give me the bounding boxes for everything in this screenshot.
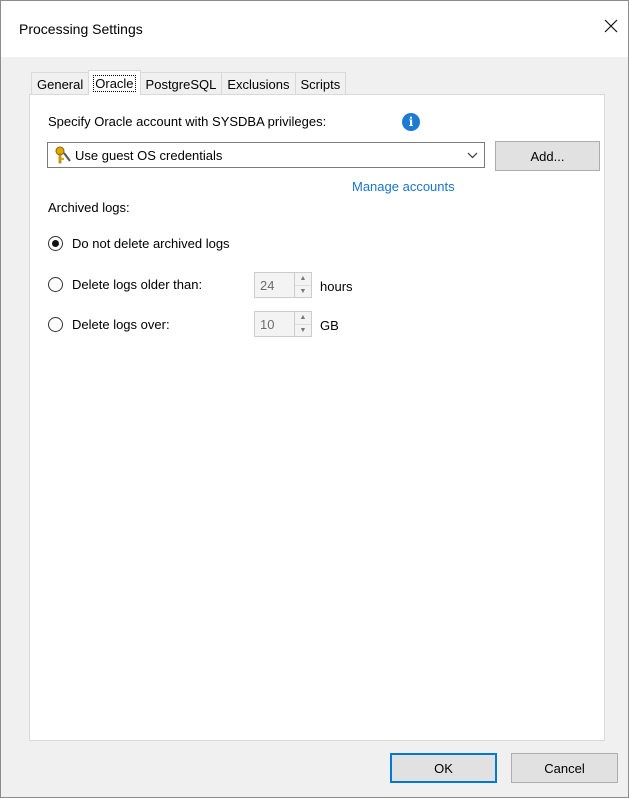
ok-button[interactable]: OK bbox=[390, 753, 497, 783]
hours-value: 24 bbox=[260, 277, 275, 293]
option-label: Delete logs older than: bbox=[72, 277, 203, 292]
chevron-down-icon bbox=[460, 152, 484, 159]
option-do-not-delete[interactable]: Do not delete archived logs bbox=[48, 236, 230, 251]
close-button[interactable] bbox=[594, 9, 628, 43]
spin-down-icon[interactable]: ▼ bbox=[295, 325, 311, 337]
spin-up-icon[interactable]: ▲ bbox=[295, 273, 311, 286]
tab-postgresql[interactable]: PostgreSQL bbox=[139, 72, 223, 95]
radio-do-not-delete[interactable] bbox=[48, 236, 63, 251]
account-dropdown[interactable]: Use guest OS credentials bbox=[47, 142, 485, 168]
radio-delete-over[interactable] bbox=[48, 317, 63, 332]
option-label: Delete logs over: bbox=[72, 317, 170, 332]
processing-settings-dialog: Processing Settings General Oracle Postg… bbox=[0, 0, 629, 798]
key-icon bbox=[51, 146, 75, 164]
oracle-panel: Specify Oracle account with SYSDBA privi… bbox=[29, 94, 605, 741]
tab-strip: General Oracle PostgreSQL Exclusions Scr… bbox=[31, 70, 347, 95]
tab-exclusions[interactable]: Exclusions bbox=[221, 72, 296, 95]
gb-unit: GB bbox=[320, 318, 339, 333]
info-icon[interactable]: i bbox=[402, 113, 420, 131]
option-label: Do not delete archived logs bbox=[72, 236, 230, 251]
hours-stepper[interactable]: 24 ▲ ▼ bbox=[254, 272, 312, 298]
gb-stepper[interactable]: 10 ▲ ▼ bbox=[254, 311, 312, 337]
tab-scripts[interactable]: Scripts bbox=[294, 72, 347, 95]
spin-up-icon[interactable]: ▲ bbox=[295, 312, 311, 325]
account-value: Use guest OS credentials bbox=[75, 147, 223, 163]
tab-oracle[interactable]: Oracle bbox=[88, 70, 141, 95]
tab-general[interactable]: General bbox=[31, 72, 90, 95]
option-delete-older-than[interactable]: Delete logs older than: bbox=[48, 277, 202, 292]
title-bar: Processing Settings bbox=[1, 1, 628, 57]
window-title: Processing Settings bbox=[19, 21, 143, 37]
spin-down-icon[interactable]: ▼ bbox=[295, 286, 311, 298]
option-delete-over[interactable]: Delete logs over: bbox=[48, 317, 170, 332]
add-account-button[interactable]: Add... bbox=[495, 141, 600, 171]
manage-accounts-link[interactable]: Manage accounts bbox=[352, 179, 455, 194]
archived-logs-label: Archived logs: bbox=[48, 200, 130, 215]
close-icon bbox=[604, 19, 618, 33]
cancel-button[interactable]: Cancel bbox=[511, 753, 618, 783]
radio-delete-older-than[interactable] bbox=[48, 277, 63, 292]
account-label: Specify Oracle account with SYSDBA privi… bbox=[48, 114, 327, 129]
gb-value: 10 bbox=[260, 316, 275, 332]
hours-unit: hours bbox=[320, 279, 353, 294]
